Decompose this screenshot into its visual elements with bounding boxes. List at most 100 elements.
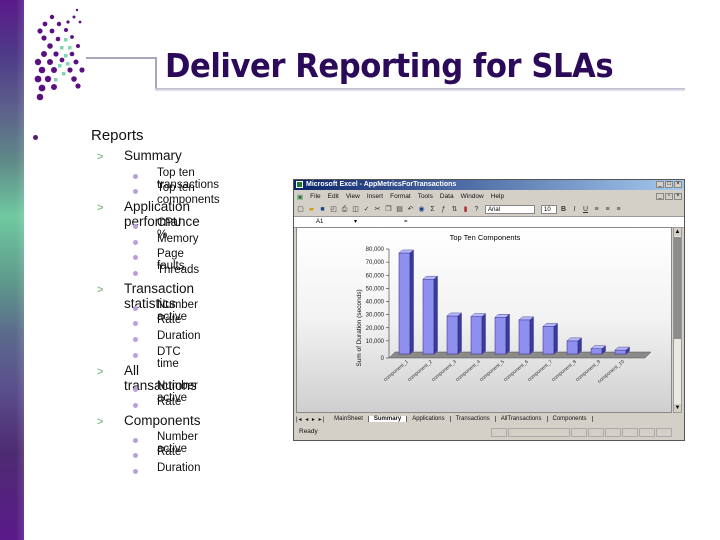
menu-insert[interactable]: Insert <box>367 193 383 200</box>
list-item: Rate <box>157 314 182 326</box>
bar <box>494 313 511 355</box>
y-tick-label: 40,000 <box>366 300 385 306</box>
menu-file[interactable]: File <box>310 193 320 200</box>
tab-scroll-arrows[interactable]: |◂ ◂ ▸ ▸| <box>296 416 325 423</box>
close-button[interactable]: × <box>674 181 682 188</box>
name-box-dropdown-icon[interactable]: ▾ <box>354 217 357 227</box>
bold-icon[interactable]: B <box>559 205 568 214</box>
tab-mainsheet[interactable]: MainSheet <box>329 416 369 422</box>
menu-format[interactable]: Format <box>390 193 411 200</box>
font-name-select[interactable]: Arial <box>485 204 535 214</box>
excel-window-title: Microsoft Excel - AppMetricsForTransacti… <box>306 181 457 188</box>
tab-components[interactable]: Components <box>548 416 593 422</box>
bar <box>614 346 631 355</box>
scroll-down-icon[interactable]: ▼ <box>674 404 681 412</box>
underline-icon[interactable]: U <box>581 205 590 214</box>
y-tick-label: 30,000 <box>366 313 385 319</box>
y-tick-label: 80,000 <box>366 247 385 253</box>
menu-help[interactable]: Help <box>491 193 504 200</box>
bullet-icon <box>133 353 138 358</box>
bullet-icon <box>133 438 138 443</box>
list-item: Rate <box>157 446 182 458</box>
function-icon[interactable]: ƒ <box>439 205 448 214</box>
tab-transactions[interactable]: Transactions <box>451 416 496 422</box>
permission-icon[interactable]: ◰ <box>329 205 338 214</box>
name-box[interactable]: A1 <box>316 217 323 227</box>
title-decor-line <box>155 57 157 89</box>
slide-title: Deliver Reporting for SLAs <box>165 46 614 85</box>
italic-icon[interactable]: I <box>570 205 579 214</box>
bullet-icon <box>133 469 138 474</box>
toolbar: ▢ ▰ ■ ◰ ⎙ ◫ ✓ ✂ ❐ ▤ ↶ ◉ Σ ƒ ⇅ ▮ ? Arial … <box>294 203 684 215</box>
spelling-icon[interactable]: ✓ <box>362 205 371 214</box>
doc-minimize-button[interactable]: _ <box>656 193 664 200</box>
bar <box>542 323 559 355</box>
bullet-icon <box>133 174 138 179</box>
print-preview-icon[interactable]: ◫ <box>351 205 360 214</box>
bar <box>398 249 415 355</box>
align-left-icon[interactable]: ≡ <box>592 205 601 214</box>
cut-icon[interactable]: ✂ <box>373 205 382 214</box>
doc-close-button[interactable]: × <box>674 193 682 200</box>
help-icon[interactable]: ? <box>472 205 481 214</box>
y-tick-label: 70,000 <box>366 260 385 266</box>
save-icon[interactable]: ■ <box>318 205 327 214</box>
list-item: Duration <box>157 330 201 342</box>
arrow-bullet-icon: > <box>97 202 104 214</box>
chart-title: Top Ten Components <box>450 233 521 242</box>
arrow-bullet-icon: > <box>97 151 104 163</box>
chart-wizard-icon[interactable]: ▮ <box>461 205 470 214</box>
top-ten-components-chart: Top Ten Components Sum of Duration (seco… <box>356 233 652 385</box>
y-tick-label: 60,000 <box>366 273 385 279</box>
print-icon[interactable]: ⎙ <box>340 205 349 214</box>
bullet-icon <box>133 255 138 260</box>
bar <box>470 313 487 355</box>
x-tick-label: component_1 <box>383 359 410 383</box>
hyperlink-icon[interactable]: ◉ <box>417 205 426 214</box>
scroll-up-icon[interactable]: ▲ <box>674 228 681 236</box>
new-icon[interactable]: ▢ <box>296 205 305 214</box>
list-item: Threads <box>157 264 200 276</box>
bullet-icon <box>133 387 138 392</box>
y-axis-label: Sum of Duration (seconds) <box>356 289 363 366</box>
menu-tools[interactable]: Tools <box>418 193 433 200</box>
doc-restore-button[interactable]: ▫ <box>665 193 673 200</box>
bullet-icon <box>133 321 138 326</box>
open-icon[interactable]: ▰ <box>307 205 316 214</box>
scroll-thumb[interactable] <box>674 237 681 339</box>
menu-data[interactable]: Data <box>440 193 454 200</box>
maximize-button[interactable]: □ <box>665 181 673 188</box>
vertical-scrollbar[interactable]: ▲ ▼ <box>673 227 682 413</box>
x-tick-label: component_3 <box>431 359 458 383</box>
bar <box>566 337 583 355</box>
bullet-icon <box>133 271 138 276</box>
tab-applications[interactable]: Applications <box>407 416 451 422</box>
sheet-tabs: |◂ ◂ ▸ ▸| MainSheet Summary Applications… <box>296 414 672 424</box>
bullet-icon <box>133 337 138 342</box>
y-tick-label: 20,000 <box>366 326 385 332</box>
bar <box>446 312 463 355</box>
align-right-icon[interactable]: ≡ <box>614 205 623 214</box>
status-bar: Ready <box>296 426 680 437</box>
chart-sheet: Top Ten Components Sum of Duration (seco… <box>296 227 672 413</box>
copy-icon[interactable]: ❐ <box>384 205 393 214</box>
paste-icon[interactable]: ▤ <box>395 205 404 214</box>
menu-view[interactable]: View <box>346 193 360 200</box>
menu-edit[interactable]: Edit <box>328 193 339 200</box>
tab-alltransactions[interactable]: AllTransactions <box>496 416 548 422</box>
formula-equals: = <box>404 219 408 225</box>
y-tick-label: 50,000 <box>366 286 385 292</box>
excel-title-bar: Microsoft Excel - AppMetricsForTransacti… <box>294 180 684 190</box>
x-tick-label: component_2 <box>407 359 434 383</box>
list-item: Duration <box>157 462 201 474</box>
excel-window: Microsoft Excel - AppMetricsForTransacti… <box>293 179 685 441</box>
sort-icon[interactable]: ⇅ <box>450 205 459 214</box>
menu-window[interactable]: Window <box>461 193 484 200</box>
undo-icon[interactable]: ↶ <box>406 205 415 214</box>
minimize-button[interactable]: _ <box>656 181 664 188</box>
bullet-icon <box>33 135 38 140</box>
tab-summary[interactable]: Summary <box>368 416 408 422</box>
font-size-select[interactable]: 10 <box>541 204 557 214</box>
align-center-icon[interactable]: ≡ <box>603 205 612 214</box>
autosum-icon[interactable]: Σ <box>428 205 437 214</box>
